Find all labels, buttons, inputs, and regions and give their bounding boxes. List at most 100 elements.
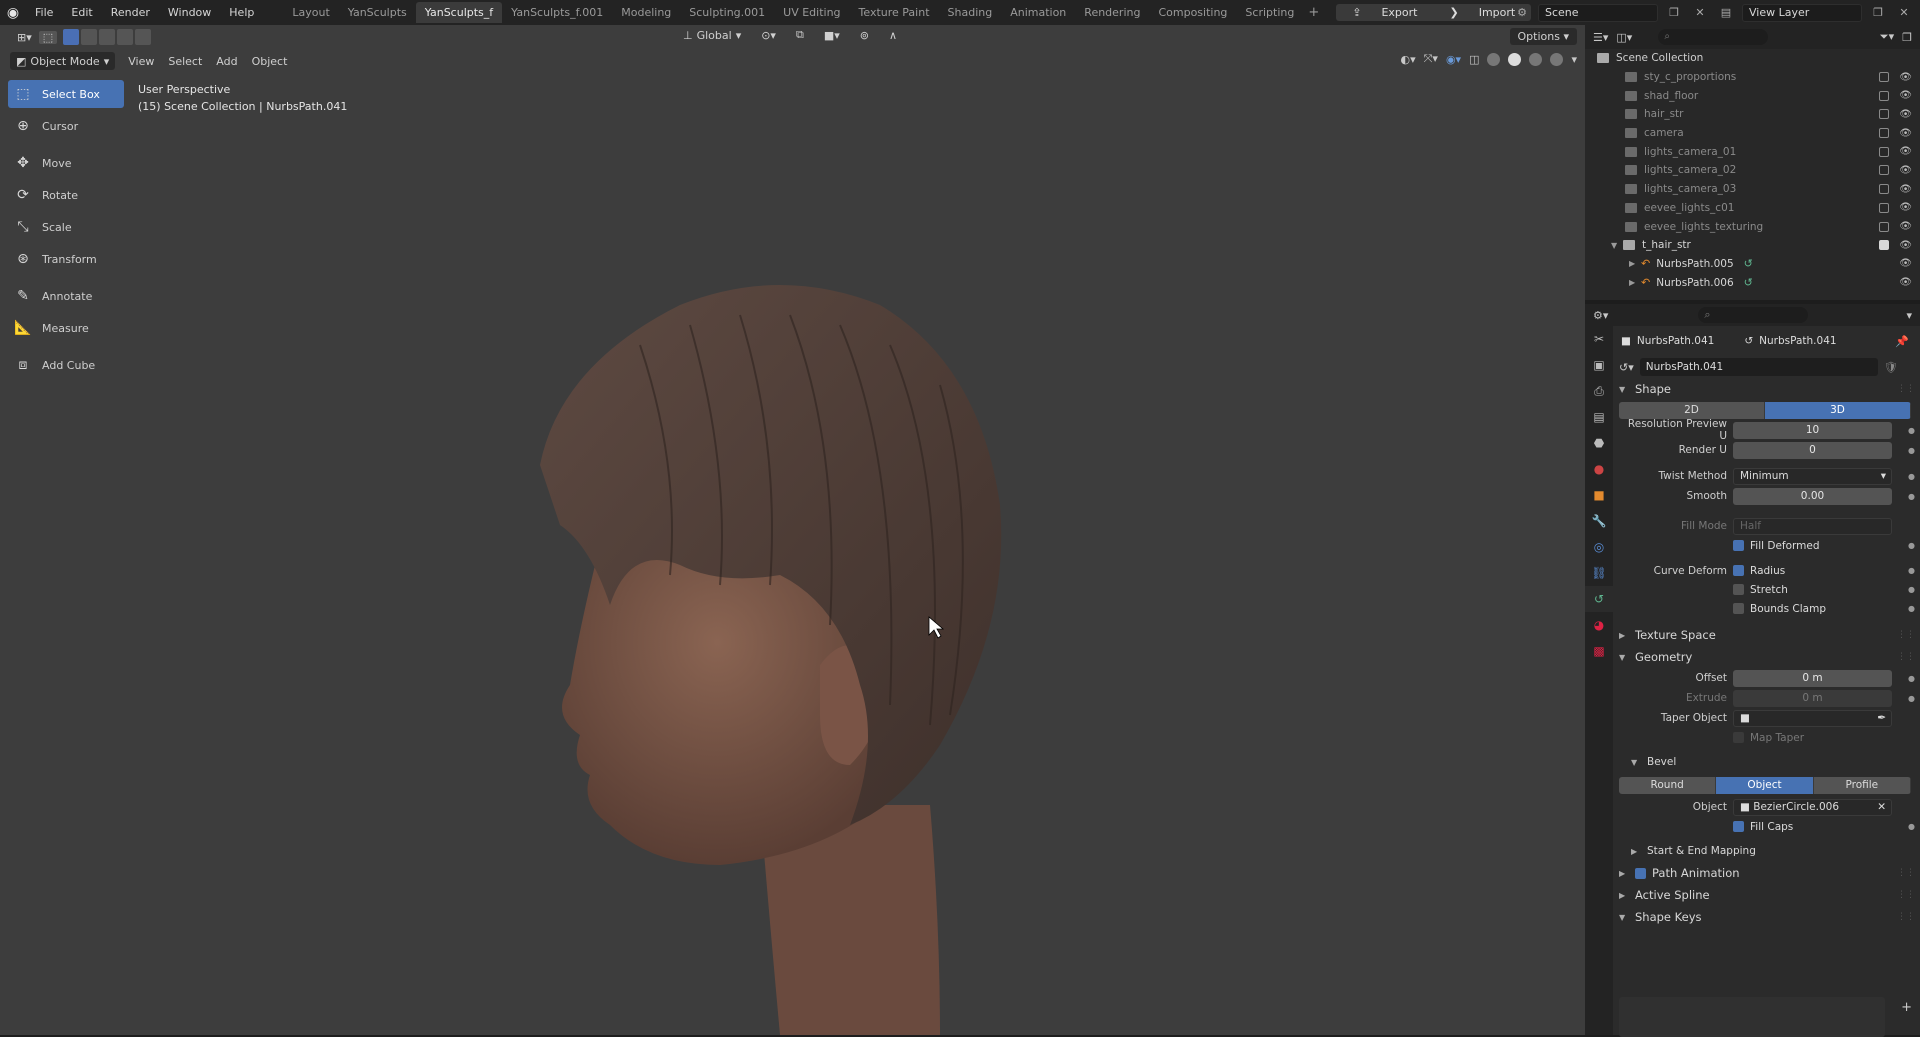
section-bevel[interactable]: ▼ Bevel (1619, 751, 1917, 773)
tool-select-box[interactable]: ⬚ Select Box (8, 80, 124, 108)
visibility-icon[interactable]: ◐▾ (1400, 53, 1415, 66)
bevel-round-button[interactable]: Round (1619, 776, 1717, 794)
section-geometry[interactable]: ▼ Geometry ⋮⋮ (1619, 646, 1917, 668)
eye-icon[interactable]: 👁 (1899, 221, 1912, 232)
fill-caps-checkbox[interactable] (1733, 821, 1744, 832)
exclude-checkbox[interactable] (1879, 90, 1890, 101)
outliner-search-input[interactable]: ⌕ (1658, 29, 1769, 45)
snap-target-icon[interactable]: ■▾ (817, 29, 847, 42)
tab-tool[interactable]: ✂ (1585, 326, 1613, 352)
shading-options-icon[interactable]: ▾ (1571, 53, 1577, 66)
eye-icon[interactable]: 👁 (1899, 128, 1912, 139)
properties-editor-icon[interactable]: ⚙▾ (1593, 309, 1608, 322)
gizmo-icon[interactable]: ⤧▾ (1424, 52, 1438, 66)
new-view-layer-icon[interactable]: ❐ (1868, 4, 1888, 22)
object-mode-dropdown[interactable]: ◩ Object Mode ▾ (10, 52, 116, 70)
keyframe-dot-icon[interactable]: ● (1908, 694, 1915, 703)
stretch-checkbox[interactable] (1733, 584, 1744, 595)
tab-view-layer[interactable]: ▤ (1585, 404, 1613, 430)
tab-scripting[interactable]: Scripting (1236, 2, 1303, 23)
tool-annotate[interactable]: ✎ Annotate (8, 282, 124, 310)
bevel-object-field[interactable]: ■ BezierCircle.006 ✕ (1733, 798, 1892, 816)
resolution-preview-field[interactable]: 10 (1733, 421, 1892, 439)
twist-method-dropdown[interactable]: Minimum ▾ (1733, 467, 1892, 485)
tab-sculpting-001[interactable]: Sculpting.001 (680, 2, 774, 23)
outliner-collection[interactable]: shad_floor 👁 (1585, 86, 1920, 105)
expand-arrow-icon[interactable]: ▶ (1629, 278, 1641, 287)
select-new-icon[interactable] (63, 29, 80, 45)
tab-scene[interactable]: ⬣ (1585, 430, 1613, 456)
dim-2d-button[interactable]: 2D (1619, 401, 1765, 419)
3d-viewport[interactable]: ⊞▾ ⬚ ⊥ Global ▾ ⊙▾ ⧉ ■▾ ⊚ ∧ Options ▾ ◩ Obj… (0, 25, 1585, 1035)
offset-field[interactable]: 0 m (1733, 669, 1892, 687)
shape-keys-list[interactable] (1619, 997, 1885, 1037)
outliner-object[interactable]: ▶ ↶ NurbsPath.006 ↺ 👁 (1585, 273, 1920, 292)
eye-icon[interactable]: 👁 (1899, 165, 1912, 176)
pin-icon[interactable]: 📌 (1895, 335, 1909, 348)
eye-icon[interactable]: 👁 (1899, 184, 1912, 195)
tool-rotate[interactable]: ⟳ Rotate (8, 181, 124, 209)
select-tool-icon[interactable]: ⬚ (38, 30, 58, 44)
tab-output[interactable]: ⎙ (1585, 378, 1613, 404)
tab-curve-data[interactable]: ↺ (1585, 586, 1613, 612)
context-data[interactable]: ↺ NurbsPath.041 (1744, 335, 1836, 347)
map-taper-checkbox[interactable] (1733, 732, 1744, 743)
fill-deformed-checkbox[interactable] (1733, 540, 1744, 551)
keyframe-dot-icon[interactable]: ● (1908, 446, 1915, 455)
menu-select[interactable]: Select (161, 55, 209, 68)
new-scene-icon[interactable]: ❐ (1664, 4, 1684, 22)
radius-checkbox[interactable] (1733, 565, 1744, 576)
outliner-collection[interactable]: eevee_lights_c01 👁 (1585, 199, 1920, 218)
options-dropdown[interactable]: Options ▾ (1509, 28, 1577, 45)
tab-yansculpts-f[interactable]: YanSculpts_f (415, 2, 503, 23)
expand-arrow-icon[interactable]: ▼ (1611, 241, 1623, 250)
exclude-checkbox[interactable] (1879, 109, 1890, 120)
eyedropper-icon[interactable]: ✒ (1877, 711, 1886, 726)
menu-render[interactable]: Render (102, 0, 159, 25)
section-shape[interactable]: ▼ Shape ⋮⋮ (1619, 378, 1917, 400)
delete-view-layer-icon[interactable]: ✕ (1894, 4, 1914, 22)
select-intersect-icon[interactable] (135, 29, 152, 45)
export-button[interactable]: ⇪ Export (1336, 6, 1433, 19)
tab-object[interactable]: ■ (1585, 482, 1613, 508)
exclude-checkbox[interactable] (1879, 240, 1890, 251)
eye-icon[interactable]: 👁 (1899, 90, 1912, 101)
eye-icon[interactable]: 👁 (1899, 258, 1912, 269)
outliner-collection[interactable]: lights_camera_02 👁 (1585, 161, 1920, 180)
tab-modifiers[interactable]: 🔧 (1585, 508, 1613, 534)
tab-texture-paint[interactable]: Texture Paint (850, 2, 939, 23)
render-u-field[interactable]: 0 (1733, 441, 1892, 459)
tab-compositing[interactable]: Compositing (1149, 2, 1236, 23)
falloff-icon[interactable]: ∧ (882, 29, 904, 42)
keyframe-dot-icon[interactable]: ● (1908, 822, 1915, 831)
tool-move[interactable]: ✥ Move (8, 149, 124, 177)
editor-type-icon[interactable]: ⊞▾ (10, 31, 39, 44)
add-workspace-icon[interactable]: + (1303, 5, 1324, 20)
transform-orientation-dropdown[interactable]: ⊥ Global ▾ (676, 29, 748, 42)
hair-head-model[interactable] (520, 245, 1100, 1035)
tool-scale[interactable]: ⤡ Scale (8, 213, 124, 241)
view-layer-selector[interactable]: View Layer (1742, 3, 1862, 22)
menu-view[interactable]: View (121, 55, 161, 68)
material-shading-icon[interactable] (1529, 52, 1543, 66)
pivot-point-icon[interactable]: ⊙▾ (754, 29, 783, 42)
select-invert-icon[interactable] (117, 29, 134, 45)
outliner-collection[interactable]: lights_camera_01 👁 (1585, 142, 1920, 161)
outliner-collection[interactable]: lights_camera_03 👁 (1585, 180, 1920, 199)
outliner-collection[interactable]: eevee_lights_texturing 👁 (1585, 217, 1920, 236)
smooth-field[interactable]: 0.00 (1733, 487, 1892, 505)
tab-render[interactable]: ▣ (1585, 352, 1613, 378)
filter-icon[interactable]: ⏷▾ (1880, 30, 1894, 44)
extrude-field[interactable]: 0 m (1733, 689, 1892, 707)
exclude-checkbox[interactable] (1879, 128, 1890, 139)
exclude-checkbox[interactable] (1879, 165, 1890, 176)
tab-rendering[interactable]: Rendering (1075, 2, 1149, 23)
keyframe-dot-icon[interactable]: ● (1908, 674, 1915, 683)
tab-layout[interactable]: Layout (283, 2, 338, 23)
exclude-checkbox[interactable] (1879, 184, 1890, 195)
context-object[interactable]: ■ NurbsPath.041 (1621, 335, 1714, 347)
fake-user-icon[interactable]: 🛡 (1884, 361, 1898, 374)
scene-selector[interactable]: Scene (1538, 3, 1658, 22)
tab-world[interactable]: ● (1585, 456, 1613, 482)
keyframe-dot-icon[interactable]: ● (1908, 426, 1915, 435)
